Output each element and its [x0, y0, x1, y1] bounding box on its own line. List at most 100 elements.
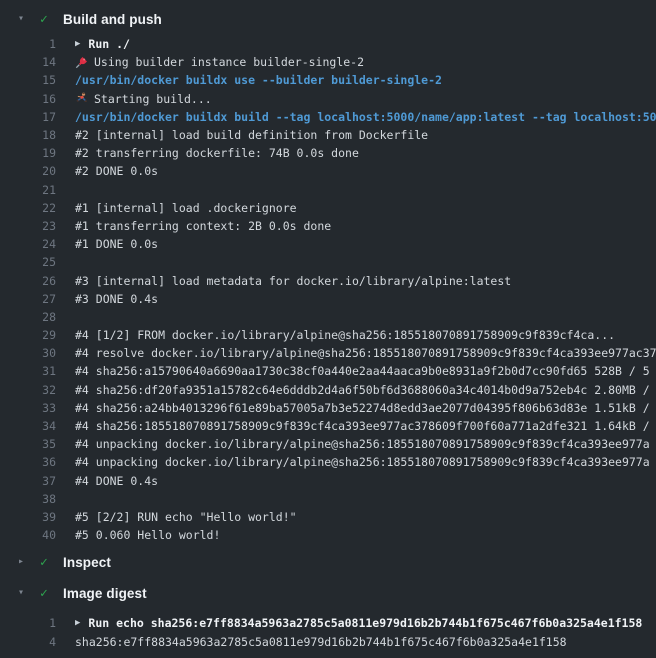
line-number[interactable]: 18 [0, 128, 56, 142]
line-number[interactable]: 28 [0, 310, 56, 324]
log-line: 16 Starting build... [0, 90, 656, 108]
line-text: Starting build... [94, 92, 212, 106]
section-title: Build and push [63, 12, 162, 27]
line-content: ▶ Run ./ [75, 37, 130, 51]
line-number[interactable]: 25 [0, 255, 56, 269]
line-text: Using builder instance builder-single-2 [94, 55, 364, 69]
log-line: 17/usr/bin/docker buildx build --tag loc… [0, 108, 656, 126]
log-line: 25 [0, 253, 656, 271]
line-number[interactable]: 19 [0, 146, 56, 160]
log-line: 34#4 sha256:185518070891758909c9f839cf4c… [0, 417, 656, 435]
line-number[interactable]: 36 [0, 455, 56, 469]
expand-run-chevron-icon[interactable]: ▶ [75, 619, 80, 628]
line-number[interactable]: 34 [0, 419, 56, 433]
line-number[interactable]: 38 [0, 492, 56, 506]
line-text: #2 DONE 0.0s [75, 164, 158, 178]
log-line: 30 #4 resolve docker.io/library/alpine@sh… [0, 344, 656, 362]
line-text: Run ./ [88, 37, 130, 51]
line-number[interactable]: 27 [0, 292, 56, 306]
log-line: 1 ▶ Run ./ [0, 35, 656, 53]
log-line: 33 #4 sha256:a24bb4013296f61e89ba57005a7b… [0, 399, 656, 417]
line-content: sha256:e7ff8834a5963a2785c5a0811e979d16b… [75, 635, 567, 649]
line-number[interactable]: 4 [0, 635, 56, 649]
log-line: 21 [0, 181, 656, 199]
chevron-right-icon[interactable]: ▸ [18, 557, 40, 567]
line-number[interactable]: 40 [0, 528, 56, 542]
log-line: 22 #1 [internal] load .dockerignore [0, 199, 656, 217]
line-number[interactable]: 30 [0, 346, 56, 360]
log-line: 23 #1 transferring context: 2B 0.0s done [0, 217, 656, 235]
log-line: 36 #4 unpacking docker.io/library/alpine@… [0, 453, 656, 471]
line-text: #4 sha256:a24bb4013296f61e89ba57005a7b3e… [75, 401, 650, 415]
line-text: #4 unpacking docker.io/library/alpine@sh… [75, 437, 650, 451]
line-content: #2 transferring dockerfile: 74B 0.0s don… [75, 146, 359, 160]
line-content: #5 0.060 Hello world! [75, 528, 220, 542]
section-header-image-digest[interactable]: ▾✓Image digest [0, 580, 656, 606]
log-section-image-digest: ▾✓Image digest 1 ▶ Run echo sha256:e7ff8834… [0, 580, 656, 650]
line-content: #3 DONE 0.4s [75, 292, 158, 306]
line-text: #1 transferring context: 2B 0.0s done [75, 219, 331, 233]
line-text: #1 DONE 0.0s [75, 237, 158, 251]
line-content: /usr/bin/docker buildx use --builder bui… [75, 73, 442, 87]
log-line: 32 #4 sha256:df20fa9351a15782c64e6dddb2d4… [0, 381, 656, 399]
line-number[interactable]: 32 [0, 383, 56, 397]
line-number[interactable]: 20 [0, 164, 56, 178]
line-number[interactable]: 21 [0, 183, 56, 197]
line-content: #2 DONE 0.0s [75, 164, 158, 178]
line-number[interactable]: 15 [0, 73, 56, 87]
log-line: 4 sha256:e7ff8834a5963a2785c5a0811e979d16… [0, 632, 656, 650]
chevron-down-icon[interactable]: ▾ [18, 588, 40, 598]
log-line: 31 #4 sha256:a15790640a6690aa1730c38cf0a4… [0, 362, 656, 380]
section-title: Image digest [63, 586, 147, 601]
line-content: ▶ Run echo sha256:e7ff8834a5963a2785c5a08… [75, 616, 642, 630]
log-line: 20 #2 DONE 0.0s [0, 162, 656, 180]
line-text: Run echo sha256:e7ff8834a5963a2785c5a081… [88, 616, 642, 630]
line-number[interactable]: 39 [0, 510, 56, 524]
line-text: #2 [internal] load build definition from… [75, 128, 428, 142]
pushpin-icon [75, 56, 88, 69]
line-text: #3 [internal] load metadata for docker.i… [75, 274, 511, 288]
line-text: #4 sha256:df20fa9351a15782c64e6dddb2d4a6… [75, 383, 650, 397]
line-number[interactable]: 1 [0, 37, 56, 51]
line-number[interactable]: 17 [0, 110, 56, 124]
line-text: #5 0.060 Hello world! [75, 528, 220, 542]
line-content: #1 DONE 0.0s [75, 237, 158, 251]
log-line: 35 #4 unpacking docker.io/library/alpine@… [0, 435, 656, 453]
line-number[interactable]: 33 [0, 401, 56, 415]
line-number[interactable]: 23 [0, 219, 56, 233]
line-text: #4 resolve docker.io/library/alpine@sha2… [75, 346, 656, 360]
line-text: #5 [2/2] RUN echo "Hello world!" [75, 510, 297, 524]
line-number[interactable]: 16 [0, 92, 56, 106]
line-content: #4 [1/2] FROM docker.io/library/alpine@s… [75, 328, 615, 342]
line-content: #4 sha256:a15790640a6690aa1730c38cf0a440… [75, 364, 650, 378]
line-number[interactable]: 35 [0, 437, 56, 451]
line-content: #1 [internal] load .dockerignore [75, 201, 297, 215]
chevron-down-icon[interactable]: ▾ [18, 14, 40, 24]
actions-log: ▾✓Build and push1▶Run ./14Using builder … [0, 0, 656, 651]
log-line: 39 #5 [2/2] RUN echo "Hello world!" [0, 508, 656, 526]
line-number[interactable]: 26 [0, 274, 56, 288]
success-check-icon: ✓ [40, 587, 63, 600]
section-header-build-and-push[interactable]: ▾✓Build and push [0, 6, 656, 32]
line-text: #4 [1/2] FROM docker.io/library/alpine@s… [75, 328, 615, 342]
line-text: #4 unpacking docker.io/library/alpine@sh… [75, 455, 650, 469]
line-content: #4 unpacking docker.io/library/alpine@sh… [75, 437, 650, 451]
log-line: 40 #5 0.060 Hello world! [0, 526, 656, 544]
line-number[interactable]: 31 [0, 364, 56, 378]
section-body-image-digest: 1 ▶ Run echo sha256:e7ff8834a5963a2785c5a0… [0, 614, 656, 650]
line-number[interactable]: 14 [0, 55, 56, 69]
line-content: #4 unpacking docker.io/library/alpine@sh… [75, 455, 650, 469]
line-text: #4 sha256:a15790640a6690aa1730c38cf0a440… [75, 364, 650, 378]
line-content: #5 [2/2] RUN echo "Hello world!" [75, 510, 297, 524]
line-number[interactable]: 1 [0, 616, 56, 630]
line-number[interactable]: 24 [0, 237, 56, 251]
line-content: #3 [internal] load metadata for docker.i… [75, 274, 511, 288]
line-number[interactable]: 22 [0, 201, 56, 215]
line-number[interactable]: 29 [0, 328, 56, 342]
line-text: /usr/bin/docker buildx use --builder bui… [75, 73, 442, 87]
section-header-inspect[interactable]: ▸✓Inspect [0, 549, 656, 575]
line-content: #4 sha256:df20fa9351a15782c64e6dddb2d4a6… [75, 383, 650, 397]
log-line: 14 Using builder instance builder-single-… [0, 53, 656, 71]
expand-run-chevron-icon[interactable]: ▶ [75, 40, 80, 49]
line-number[interactable]: 37 [0, 474, 56, 488]
